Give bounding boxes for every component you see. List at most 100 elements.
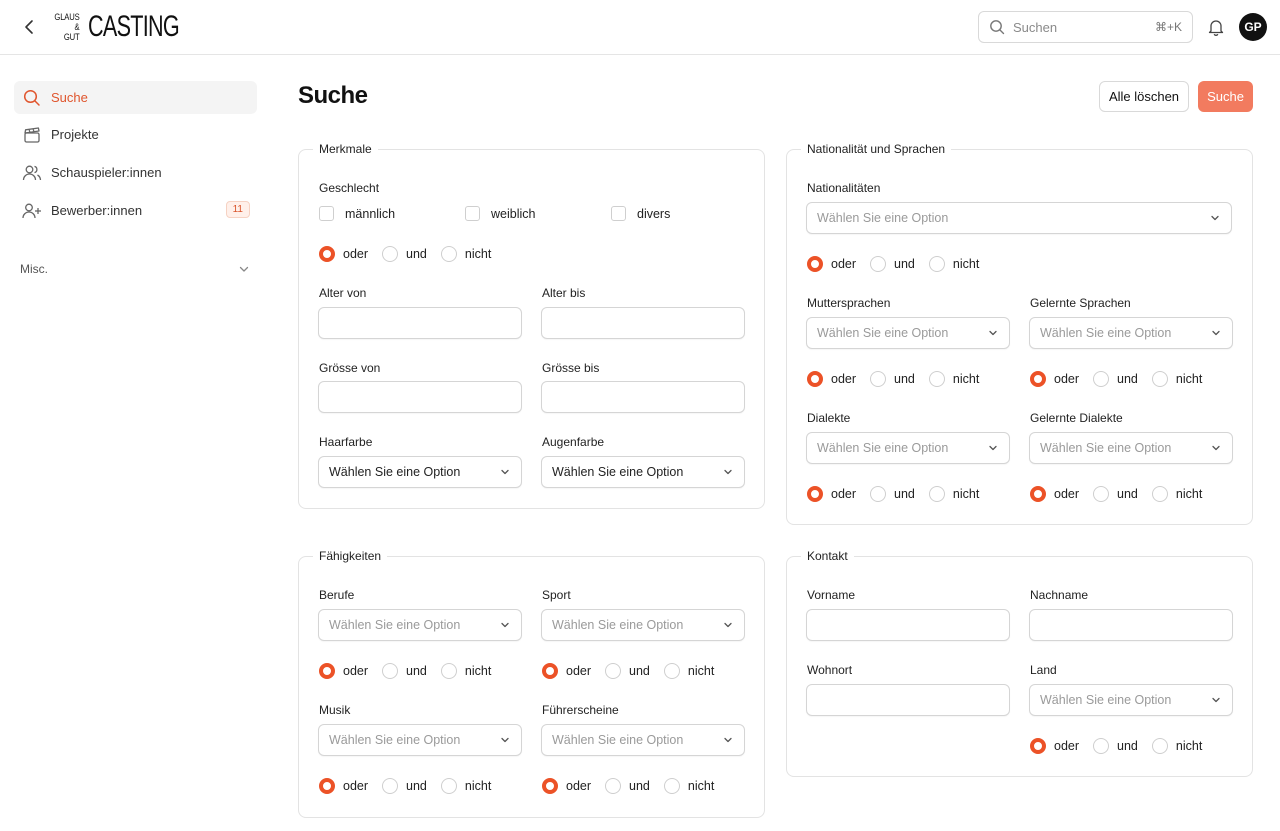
radio-und[interactable]: und xyxy=(870,486,915,502)
radio-oder[interactable]: oder xyxy=(807,256,856,272)
misc-section-toggle[interactable]: Misc. xyxy=(20,262,250,276)
radio-und[interactable]: und xyxy=(605,663,650,679)
radio-label: nicht xyxy=(464,664,492,678)
radio-dot xyxy=(319,778,335,794)
select-placeholder: Wählen Sie eine Option xyxy=(1040,326,1172,340)
select-placeholder: Wählen Sie eine Option xyxy=(329,618,461,632)
radio-und[interactable]: und xyxy=(382,663,427,679)
professions-select[interactable]: Wählen Sie eine Option xyxy=(318,609,522,641)
country-select[interactable]: Wählen Sie eine Option xyxy=(1029,684,1233,716)
radio-dot xyxy=(663,663,680,679)
sidebar-item-bewerber[interactable]: Bewerber:innen 11 xyxy=(14,194,257,227)
radio-oder[interactable]: oder xyxy=(542,663,591,679)
radio-oder[interactable]: oder xyxy=(319,663,368,679)
radio-und[interactable]: und xyxy=(1093,486,1138,502)
radio-nicht[interactable]: nicht xyxy=(1151,486,1203,502)
radio-oder[interactable]: oder xyxy=(1030,486,1079,502)
dialects-select[interactable]: Wählen Sie eine Option xyxy=(806,432,1010,464)
checkbox-divers[interactable]: divers xyxy=(611,206,670,221)
radio-und[interactable]: und xyxy=(870,256,915,272)
radio-und[interactable]: und xyxy=(870,371,915,387)
radio-nicht[interactable]: nicht xyxy=(928,371,979,387)
radio-dot xyxy=(807,256,823,272)
radio-und[interactable]: und xyxy=(1093,738,1138,754)
radio-nicht[interactable]: nicht xyxy=(663,778,714,794)
clapperboard-icon xyxy=(22,125,42,145)
radio-oder[interactable]: oder xyxy=(807,486,856,502)
radio-nicht[interactable]: nicht xyxy=(928,486,979,502)
count-badge: 11 xyxy=(225,201,250,218)
radio-oder[interactable]: oder xyxy=(807,371,856,387)
age-from-input[interactable] xyxy=(318,307,522,339)
licenses-select[interactable]: Wählen Sie eine Option xyxy=(541,724,745,756)
select-placeholder: Wählen Sie eine Option xyxy=(817,211,949,225)
sidebar-item-suche[interactable]: Suche xyxy=(14,81,257,114)
radio-nicht[interactable]: nicht xyxy=(440,246,491,262)
radio-label: und xyxy=(629,779,650,793)
checkbox-weiblich[interactable]: weiblich xyxy=(465,206,535,221)
radio-oder[interactable]: oder xyxy=(1030,738,1079,754)
learned-languages-select[interactable]: Wählen Sie eine Option xyxy=(1029,317,1233,349)
radio-nicht[interactable]: nicht xyxy=(440,663,492,679)
radio-label: und xyxy=(629,664,650,678)
search-button[interactable]: Suche xyxy=(1198,81,1253,112)
radio-dot xyxy=(663,778,680,794)
licenses-label: Führerscheine xyxy=(542,703,619,717)
clear-all-button[interactable]: Alle löschen xyxy=(1099,81,1189,112)
nationalities-select[interactable]: Wählen Sie eine Option xyxy=(806,202,1232,234)
radio-nicht[interactable]: nicht xyxy=(1151,371,1202,387)
learned-dialects-select[interactable]: Wählen Sie eine Option xyxy=(1029,432,1233,464)
sport-select[interactable]: Wählen Sie eine Option xyxy=(541,609,745,641)
chevron-down-icon xyxy=(1209,212,1221,224)
radio-nicht[interactable]: nicht xyxy=(1151,738,1203,754)
global-search-input[interactable]: Suchen ⌘+K xyxy=(978,11,1193,43)
radio-label: nicht xyxy=(1175,739,1203,753)
residence-input[interactable] xyxy=(806,684,1010,716)
eye-color-select[interactable]: Wählen Sie eine Option xyxy=(541,456,745,488)
radio-label: oder xyxy=(1054,739,1080,753)
radio-label: oder xyxy=(831,487,857,501)
sidebar-item-label: Bewerber:innen xyxy=(51,203,143,218)
radio-und[interactable]: und xyxy=(1093,371,1138,387)
age-to-input[interactable] xyxy=(541,307,745,339)
radio-label: nicht xyxy=(1175,487,1203,501)
logo[interactable]: GLAUS & GUT CASTING xyxy=(54,12,214,43)
radio-nicht[interactable]: nicht xyxy=(928,256,979,272)
radio-oder[interactable]: oder xyxy=(319,778,368,794)
checkbox-label: männlich xyxy=(345,206,396,221)
learned-languages-logic-radio: oder und nicht xyxy=(1030,370,1216,388)
radio-oder[interactable]: oder xyxy=(319,246,368,262)
select-placeholder: Wählen Sie eine Option xyxy=(817,326,949,340)
avatar[interactable]: GP xyxy=(1239,13,1267,41)
music-select[interactable]: Wählen Sie eine Option xyxy=(318,724,522,756)
radio-oder[interactable]: oder xyxy=(542,778,591,794)
radio-dot xyxy=(1030,486,1046,502)
radio-und[interactable]: und xyxy=(605,778,650,794)
sidebar-item-schauspieler[interactable]: Schauspieler:innen xyxy=(14,156,257,189)
logo-small-top: GLAUS & xyxy=(54,12,80,32)
sidebar-item-projekte[interactable]: Projekte xyxy=(14,118,257,151)
radio-und[interactable]: und xyxy=(382,778,427,794)
radio-label: oder xyxy=(566,664,592,678)
radio-und[interactable]: und xyxy=(382,246,427,262)
height-from-input[interactable] xyxy=(318,381,522,413)
chevron-down-icon xyxy=(1210,694,1222,706)
radio-oder[interactable]: oder xyxy=(1030,371,1079,387)
checkbox-maennlich[interactable]: männlich xyxy=(319,206,395,221)
hair-color-select[interactable]: Wählen Sie eine Option xyxy=(318,456,522,488)
radio-nicht[interactable]: nicht xyxy=(663,663,714,679)
radio-nicht[interactable]: nicht xyxy=(440,778,491,794)
back-button[interactable] xyxy=(18,15,40,39)
radio-dot xyxy=(870,371,887,387)
checkbox-box xyxy=(611,206,626,221)
height-to-input[interactable] xyxy=(541,381,745,413)
chevron-down-icon xyxy=(722,619,734,631)
mother-tongues-select[interactable]: Wählen Sie eine Option xyxy=(806,317,1010,349)
last-name-input[interactable] xyxy=(1029,609,1233,641)
notifications-button[interactable] xyxy=(1206,17,1226,37)
select-placeholder: Wählen Sie eine Option xyxy=(329,733,461,747)
first-name-input[interactable] xyxy=(806,609,1010,641)
mother-tongues-label: Muttersprachen xyxy=(807,296,891,310)
chevron-down-icon xyxy=(239,266,249,272)
eye-color-label: Augenfarbe xyxy=(542,435,605,449)
